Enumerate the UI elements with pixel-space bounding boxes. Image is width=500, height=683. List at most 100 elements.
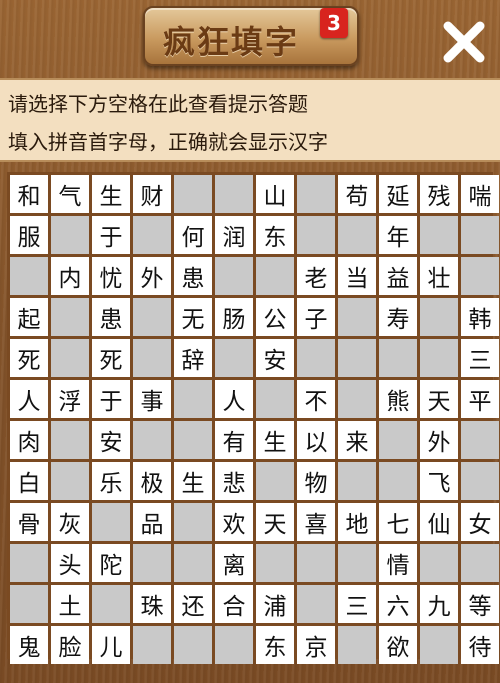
grid-cell-empty[interactable] xyxy=(174,503,212,541)
grid-cell-filled[interactable]: 有 xyxy=(215,421,253,459)
grid-cell-filled[interactable]: 平 xyxy=(461,380,499,418)
grid-cell-empty[interactable] xyxy=(297,175,335,213)
grid-cell-filled[interactable]: 益 xyxy=(379,257,417,295)
grid-cell-empty[interactable] xyxy=(379,339,417,377)
grid-cell-empty[interactable] xyxy=(215,339,253,377)
grid-cell-filled[interactable]: 安 xyxy=(92,421,130,459)
grid-cell-empty[interactable] xyxy=(174,175,212,213)
grid-cell-filled[interactable]: 安 xyxy=(256,339,294,377)
grid-cell-empty[interactable] xyxy=(174,626,212,664)
grid-cell-empty[interactable] xyxy=(51,216,89,254)
grid-cell-empty[interactable] xyxy=(379,462,417,500)
grid-cell-filled[interactable]: 土 xyxy=(51,585,89,623)
grid-cell-filled[interactable]: 死 xyxy=(10,339,48,377)
grid-cell-filled[interactable]: 骨 xyxy=(10,503,48,541)
grid-cell-filled[interactable]: 喜 xyxy=(297,503,335,541)
grid-cell-filled[interactable]: 气 xyxy=(51,175,89,213)
grid-cell-filled[interactable]: 等 xyxy=(461,585,499,623)
grid-cell-empty[interactable] xyxy=(133,544,171,582)
grid-cell-filled[interactable]: 年 xyxy=(379,216,417,254)
grid-cell-empty[interactable] xyxy=(338,626,376,664)
grid-cell-filled[interactable]: 欲 xyxy=(379,626,417,664)
grid-cell-empty[interactable] xyxy=(379,421,417,459)
grid-cell-filled[interactable]: 九 xyxy=(420,585,458,623)
grid-cell-filled[interactable]: 寿 xyxy=(379,298,417,336)
grid-cell-filled[interactable]: 当 xyxy=(338,257,376,295)
grid-cell-filled[interactable]: 儿 xyxy=(92,626,130,664)
grid-cell-filled[interactable]: 脸 xyxy=(51,626,89,664)
grid-cell-empty[interactable] xyxy=(256,380,294,418)
grid-cell-empty[interactable] xyxy=(51,298,89,336)
grid-cell-empty[interactable] xyxy=(256,462,294,500)
grid-cell-filled[interactable]: 天 xyxy=(420,380,458,418)
grid-cell-empty[interactable] xyxy=(461,544,499,582)
grid-cell-filled[interactable]: 内 xyxy=(51,257,89,295)
grid-cell-filled[interactable]: 白 xyxy=(10,462,48,500)
grid-cell-filled[interactable]: 物 xyxy=(297,462,335,500)
grid-cell-empty[interactable] xyxy=(461,257,499,295)
grid-cell-empty[interactable] xyxy=(215,257,253,295)
grid-cell-filled[interactable]: 无 xyxy=(174,298,212,336)
grid-cell-empty[interactable] xyxy=(297,585,335,623)
grid-cell-empty[interactable] xyxy=(51,462,89,500)
grid-cell-empty[interactable] xyxy=(215,626,253,664)
grid-cell-filled[interactable]: 壮 xyxy=(420,257,458,295)
grid-cell-filled[interactable]: 外 xyxy=(420,421,458,459)
grid-cell-filled[interactable]: 东 xyxy=(256,216,294,254)
grid-cell-empty[interactable] xyxy=(420,216,458,254)
grid-cell-empty[interactable] xyxy=(133,626,171,664)
grid-cell-filled[interactable]: 头 xyxy=(51,544,89,582)
grid-cell-filled[interactable]: 离 xyxy=(215,544,253,582)
grid-cell-filled[interactable]: 辞 xyxy=(174,339,212,377)
grid-cell-empty[interactable] xyxy=(10,257,48,295)
grid-cell-empty[interactable] xyxy=(297,544,335,582)
grid-cell-filled[interactable]: 老 xyxy=(297,257,335,295)
grid-cell-empty[interactable] xyxy=(51,421,89,459)
grid-cell-filled[interactable]: 鬼 xyxy=(10,626,48,664)
grid-cell-empty[interactable] xyxy=(51,339,89,377)
grid-cell-filled[interactable]: 患 xyxy=(92,298,130,336)
grid-cell-filled[interactable]: 于 xyxy=(92,380,130,418)
grid-cell-empty[interactable] xyxy=(338,380,376,418)
grid-cell-filled[interactable]: 服 xyxy=(10,216,48,254)
grid-cell-filled[interactable]: 陀 xyxy=(92,544,130,582)
grid-cell-filled[interactable]: 人 xyxy=(215,380,253,418)
grid-cell-filled[interactable]: 浦 xyxy=(256,585,294,623)
grid-cell-empty[interactable] xyxy=(215,175,253,213)
grid-cell-empty[interactable] xyxy=(133,421,171,459)
grid-cell-filled[interactable]: 七 xyxy=(379,503,417,541)
grid-cell-empty[interactable] xyxy=(10,585,48,623)
grid-cell-empty[interactable] xyxy=(338,544,376,582)
grid-cell-empty[interactable] xyxy=(256,544,294,582)
grid-cell-empty[interactable] xyxy=(338,462,376,500)
grid-cell-filled[interactable]: 六 xyxy=(379,585,417,623)
grid-cell-filled[interactable]: 喘 xyxy=(461,175,499,213)
grid-cell-filled[interactable]: 于 xyxy=(92,216,130,254)
grid-cell-filled[interactable]: 公 xyxy=(256,298,294,336)
grid-cell-filled[interactable]: 死 xyxy=(92,339,130,377)
grid-cell-filled[interactable]: 地 xyxy=(338,503,376,541)
grid-cell-empty[interactable] xyxy=(256,257,294,295)
grid-cell-empty[interactable] xyxy=(338,216,376,254)
grid-cell-empty[interactable] xyxy=(133,216,171,254)
grid-cell-filled[interactable]: 韩 xyxy=(461,298,499,336)
grid-cell-filled[interactable]: 起 xyxy=(10,298,48,336)
grid-cell-empty[interactable] xyxy=(461,216,499,254)
grid-cell-filled[interactable]: 合 xyxy=(215,585,253,623)
grid-cell-empty[interactable] xyxy=(420,298,458,336)
grid-cell-empty[interactable] xyxy=(461,462,499,500)
grid-cell-filled[interactable]: 事 xyxy=(133,380,171,418)
grid-cell-filled[interactable]: 品 xyxy=(133,503,171,541)
grid-cell-filled[interactable]: 人 xyxy=(10,380,48,418)
grid-cell-filled[interactable]: 和 xyxy=(10,175,48,213)
grid-cell-filled[interactable]: 生 xyxy=(174,462,212,500)
grid-cell-filled[interactable]: 三 xyxy=(461,339,499,377)
grid-cell-empty[interactable] xyxy=(92,585,130,623)
grid-cell-filled[interactable]: 还 xyxy=(174,585,212,623)
grid-cell-filled[interactable]: 天 xyxy=(256,503,294,541)
grid-cell-filled[interactable]: 三 xyxy=(338,585,376,623)
grid-cell-filled[interactable]: 珠 xyxy=(133,585,171,623)
grid-cell-filled[interactable]: 熊 xyxy=(379,380,417,418)
grid-cell-filled[interactable]: 以 xyxy=(297,421,335,459)
grid-cell-empty[interactable] xyxy=(174,544,212,582)
